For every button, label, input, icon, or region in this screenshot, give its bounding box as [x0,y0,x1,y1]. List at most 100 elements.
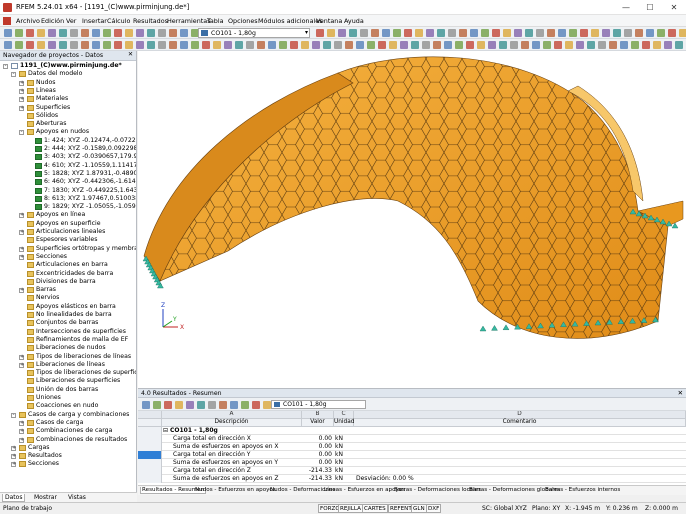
main-tool-icon-5[interactable] [59,29,67,37]
secondary-tool-icon-44[interactable] [488,41,496,49]
status-toggle-gln[interactable]: GLN [411,504,427,513]
main-tool-icon-35[interactable] [503,29,511,37]
collapse-icon[interactable]: - [11,412,16,418]
secondary-tool-icon-55[interactable] [609,41,617,49]
secondary-tool-icon-11[interactable] [125,41,133,49]
secondary-tool-icon-31[interactable] [345,41,353,49]
main-tool-icon-18[interactable] [316,29,324,37]
results-tool-icon-4[interactable] [186,401,194,409]
secondary-tool-icon-38[interactable] [422,41,430,49]
secondary-tool-icon-51[interactable] [565,41,573,49]
secondary-tool-icon-10[interactable] [114,41,122,49]
main-tool-icon-36[interactable] [514,29,522,37]
secondary-tool-icon-23[interactable] [257,41,265,49]
main-tool-icon-37[interactable] [525,29,533,37]
secondary-tool-icon-56[interactable] [620,41,628,49]
secondary-tool-icon-34[interactable] [378,41,386,49]
row-header[interactable] [138,443,162,451]
main-tool-icon-6[interactable] [70,29,78,37]
menu-insertar[interactable]: Insertar [82,17,107,25]
expand-icon[interactable]: + [19,88,24,94]
expand-icon[interactable]: + [19,420,24,426]
main-tool-icon-24[interactable] [382,29,390,37]
main-tool-icon-28[interactable] [426,29,434,37]
main-tool-icon-9[interactable] [103,29,111,37]
secondary-tool-icon-61[interactable] [675,41,683,49]
close-icon[interactable]: ✕ [678,389,683,397]
secondary-tool-icon-32[interactable] [356,41,364,49]
main-tool-icon-33[interactable] [481,29,489,37]
tab-vistas[interactable]: Vistas [66,494,88,501]
main-tool-icon-4[interactable] [48,29,56,37]
secondary-tool-icon-49[interactable] [543,41,551,49]
expand-icon[interactable]: + [11,445,16,451]
main-tool-icon-21[interactable] [349,29,357,37]
main-tool-icon-27[interactable] [415,29,423,37]
results-tool-icon-1[interactable] [153,401,161,409]
expand-icon[interactable]: + [19,97,24,103]
expand-icon[interactable]: + [19,354,24,360]
table-row[interactable]: Suma de esfuerzos en apoyos en Y 0.00 kN [138,459,686,467]
secondary-tool-icon-46[interactable] [510,41,518,49]
table-row[interactable]: Carga total en dirección X 0.00 kN [138,435,686,443]
secondary-tool-icon-7[interactable] [81,41,89,49]
row-header[interactable] [138,475,162,483]
main-tool-icon-10[interactable] [114,29,122,37]
collapse-icon[interactable]: - [19,130,24,136]
table-row[interactable]: Carga total en dirección Z -214.33 kN [138,467,686,475]
secondary-tool-icon-52[interactable] [576,41,584,49]
model-viewport[interactable]: Z X Y [138,51,686,388]
secondary-tool-icon-24[interactable] [268,41,276,49]
main-tool-icon-46[interactable] [624,29,632,37]
results-tool-icon-2[interactable] [164,401,172,409]
secondary-tool-icon-22[interactable] [246,41,254,49]
secondary-tool-icon-33[interactable] [367,41,375,49]
main-tool-icon-1[interactable] [15,29,23,37]
row-header[interactable] [138,459,162,467]
secondary-tool-icon-48[interactable] [532,41,540,49]
menu-archivo[interactable]: Archivo [16,17,40,25]
secondary-tool-icon-20[interactable] [224,41,232,49]
close-button[interactable]: ✕ [662,0,686,15]
menu-tabla[interactable]: Tabla [207,17,224,25]
main-tool-icon-8[interactable] [92,29,100,37]
main-tool-icon-50[interactable] [668,29,676,37]
secondary-tool-icon-53[interactable] [587,41,595,49]
secondary-tool-icon-40[interactable] [444,41,452,49]
secondary-tool-icon-37[interactable] [411,41,419,49]
main-tool-icon-29[interactable] [437,29,445,37]
expand-icon[interactable]: + [11,462,16,468]
secondary-tool-icon-2[interactable] [26,41,34,49]
maximize-button[interactable]: ☐ [638,0,662,15]
expand-icon[interactable]: + [19,437,24,443]
expand-icon[interactable]: + [19,246,24,252]
secondary-tool-icon-50[interactable] [554,41,562,49]
menu-ventana[interactable]: Ventana [316,17,342,25]
secondary-tool-icon-57[interactable] [631,41,639,49]
collapse-icon[interactable]: ⊟ [163,427,168,435]
secondary-tool-icon-39[interactable] [433,41,441,49]
main-tool-icon-43[interactable] [591,29,599,37]
secondary-tool-icon-17[interactable] [191,41,199,49]
table-row[interactable]: Suma de esfuerzos en apoyos en Z -214.33 k… [138,475,686,483]
status-toggle-refent[interactable]: REFENT [388,504,414,513]
results-tool-icon-0[interactable] [142,401,150,409]
results-tab[interactable]: Barras - Esfuerzos internos [545,487,620,493]
group-row[interactable]: ⊟ CO101 - 1,80g [138,427,686,435]
main-tool-icon-39[interactable] [547,29,555,37]
main-tool-icon-51[interactable] [679,29,686,37]
menu-opciones[interactable]: Opciones [228,17,258,25]
chevron-down-icon[interactable]: ▾ [305,29,308,36]
results-tool-icon-9[interactable] [241,401,249,409]
secondary-tool-icon-58[interactable] [642,41,650,49]
secondary-tool-icon-28[interactable] [312,41,320,49]
main-tool-icon-14[interactable] [158,29,166,37]
main-tool-icon-3[interactable] [37,29,45,37]
results-tool-icon-7[interactable] [219,401,227,409]
status-toggle-dxf[interactable]: DXF [426,504,442,513]
results-tool-icon-10[interactable] [252,401,260,409]
secondary-tool-icon-29[interactable] [323,41,331,49]
tab-mostrar[interactable]: Mostrar [32,494,59,501]
secondary-tool-icon-43[interactable] [477,41,485,49]
tab-datos[interactable]: Datos [2,494,26,502]
